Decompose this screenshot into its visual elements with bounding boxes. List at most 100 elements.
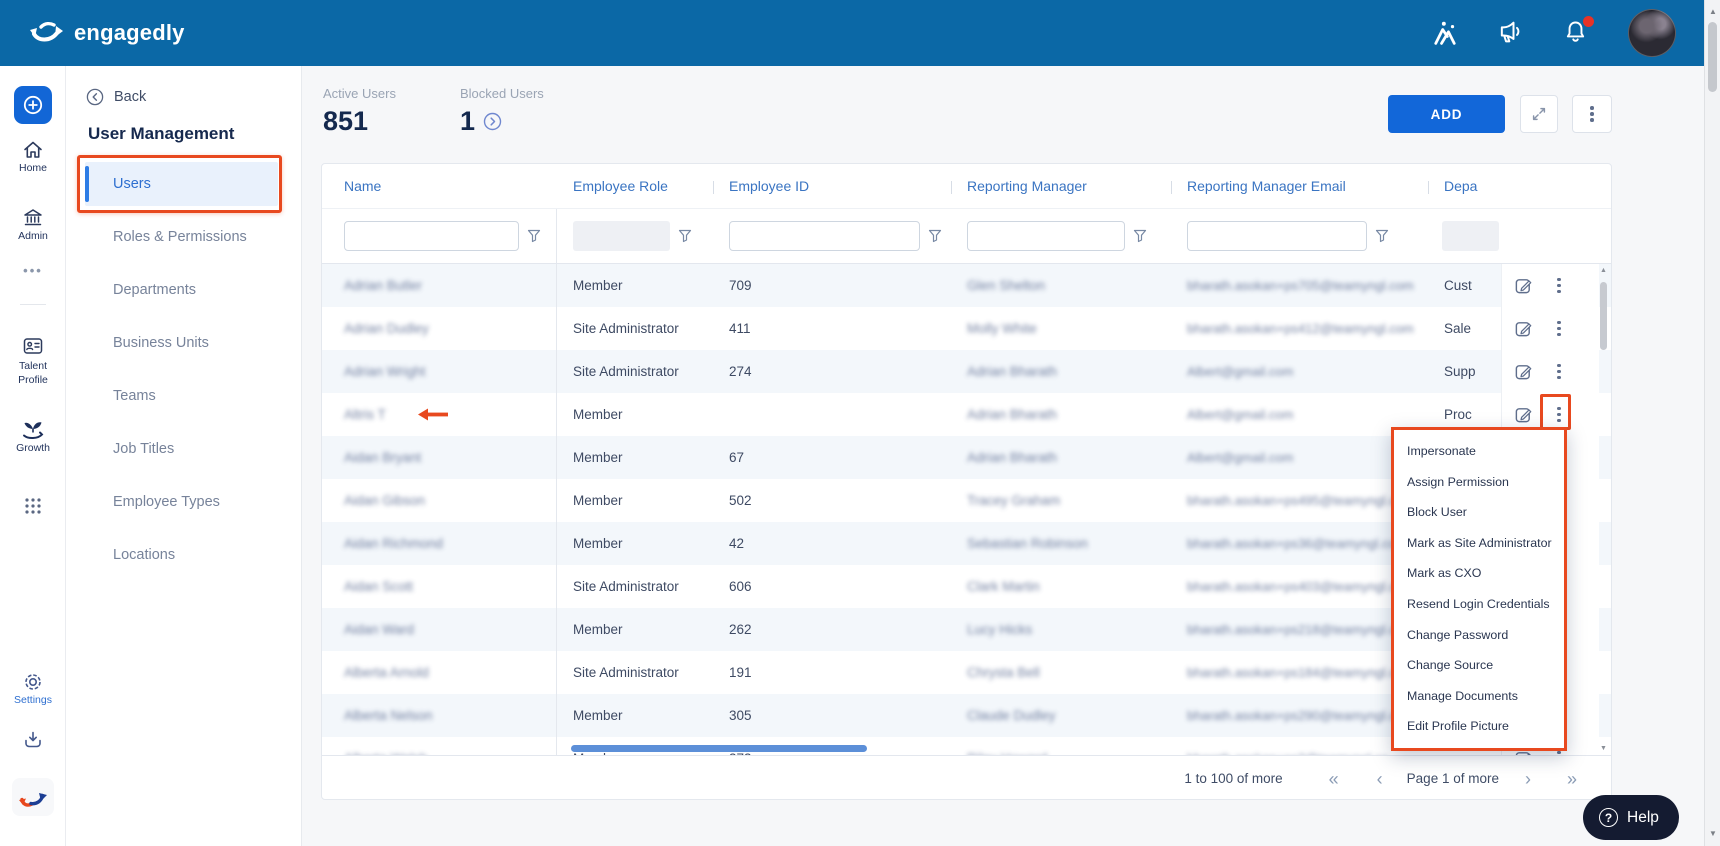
rail-item-apps[interactable] xyxy=(0,496,66,516)
rail-item-admin[interactable]: Admin xyxy=(0,206,66,244)
filter-funnel-icon[interactable] xyxy=(928,229,942,243)
context-menu-item[interactable]: Change Password xyxy=(1394,620,1564,651)
user-name[interactable]: Alberta Nelson xyxy=(344,708,433,723)
row-kebab-icon[interactable] xyxy=(1551,360,1567,384)
filter-funnel-icon[interactable] xyxy=(527,229,541,243)
rail-item-talent-profile[interactable]: Talent Profile xyxy=(0,334,66,387)
expand-button[interactable] xyxy=(1520,95,1558,133)
edit-icon[interactable] xyxy=(1514,319,1533,338)
topbar-icons xyxy=(1430,9,1676,57)
rail-item-home[interactable]: Home xyxy=(0,138,66,176)
column-header[interactable]: Depa xyxy=(1428,178,1501,194)
employee-role: Site Administrator xyxy=(557,307,713,350)
edit-icon[interactable] xyxy=(1514,405,1533,424)
context-menu-item[interactable]: Assign Permission xyxy=(1394,467,1564,498)
filter-funnel-icon[interactable] xyxy=(1133,229,1147,243)
scroll-up-arrow[interactable]: ▲ xyxy=(1705,4,1720,20)
user-name[interactable]: Aidan Bryant xyxy=(344,450,421,465)
table-scroll-up-arrow[interactable]: ▲ xyxy=(1597,267,1610,274)
sidebar-nav-item[interactable]: Users xyxy=(85,162,278,206)
sidebar-nav-item[interactable]: Teams xyxy=(85,374,278,418)
back-button[interactable]: Back xyxy=(86,88,146,106)
table-row[interactable]: Adrian Dudley Site Administrator 411 Mol… xyxy=(322,307,1611,350)
context-menu-item[interactable]: Manage Documents xyxy=(1394,681,1564,712)
sidebar-nav-item[interactable]: Departments xyxy=(85,268,278,312)
help-button[interactable]: ? Help xyxy=(1583,795,1679,840)
email-filter-input[interactable] xyxy=(1187,221,1367,251)
row-kebab-icon[interactable] xyxy=(1551,317,1567,341)
rail-item-engagedly-mark[interactable] xyxy=(0,778,66,821)
page-scrollbar-thumb[interactable] xyxy=(1708,22,1717,92)
notifications-bell-icon[interactable] xyxy=(1562,18,1592,48)
blocked-users-chevron-icon[interactable] xyxy=(483,112,502,131)
rail-item-more[interactable]: ••• xyxy=(0,262,66,280)
context-menu-item[interactable]: Mark as CXO xyxy=(1394,558,1564,589)
column-header[interactable]: Reporting Manager Email xyxy=(1171,178,1428,194)
user-name[interactable]: Altris T xyxy=(344,407,386,422)
filter-funnel-icon[interactable] xyxy=(678,229,692,243)
context-menu-item[interactable]: Block User xyxy=(1394,497,1564,528)
manager-filter-input[interactable] xyxy=(967,221,1125,251)
user-name[interactable]: Alberta Walsh xyxy=(344,751,428,755)
column-header[interactable]: Reporting Manager xyxy=(951,178,1171,194)
table-scroll-down-arrow[interactable]: ▼ xyxy=(1597,745,1610,752)
rail-item-settings[interactable]: Settings xyxy=(0,670,66,708)
context-menu-item[interactable]: Mark as Site Administrator xyxy=(1394,528,1564,559)
row-kebab-icon[interactable] xyxy=(1551,403,1567,427)
sidebar-nav-item[interactable]: Roles & Permissions xyxy=(85,215,278,259)
ai-assistant-icon[interactable] xyxy=(1430,18,1460,48)
sidebar-nav-item[interactable]: Business Units xyxy=(85,321,278,365)
sidebar-nav-item[interactable]: Locations xyxy=(85,533,278,577)
name-filter-input[interactable] xyxy=(344,221,519,251)
user-name[interactable]: Adrian Dudley xyxy=(344,321,429,336)
context-menu-item[interactable]: Edit Profile Picture xyxy=(1394,711,1564,742)
id-filter-input[interactable] xyxy=(729,221,920,251)
engagedly-logo[interactable]: engagedly xyxy=(28,18,185,48)
column-header[interactable]: Employee Role xyxy=(557,178,713,194)
previous-page-button[interactable]: ‹ xyxy=(1377,770,1383,788)
create-plus-button[interactable] xyxy=(14,86,52,124)
table-vertical-scrollbar[interactable]: ▲ ▼ xyxy=(1597,264,1610,755)
sidebar-nav-item[interactable]: Job Titles xyxy=(85,427,278,471)
rail-item-download[interactable] xyxy=(0,728,66,752)
user-name[interactable]: Aidan Richmond xyxy=(344,536,443,551)
user-name[interactable]: Aidan Gibson xyxy=(344,493,425,508)
next-page-button[interactable]: › xyxy=(1525,770,1531,788)
edit-icon[interactable] xyxy=(1514,362,1533,381)
table-horizontal-scrollbar-thumb[interactable] xyxy=(571,745,867,752)
column-header[interactable]: Employee ID xyxy=(713,178,951,194)
scroll-down-arrow[interactable]: ▼ xyxy=(1705,826,1720,842)
sidebar-nav-item[interactable]: Employee Types xyxy=(85,480,278,524)
context-menu-item[interactable]: Impersonate xyxy=(1394,436,1564,467)
filter-funnel-icon[interactable] xyxy=(1375,229,1389,243)
first-page-button[interactable]: « xyxy=(1329,770,1339,788)
announcements-icon[interactable] xyxy=(1496,18,1526,48)
employee-id: 67 xyxy=(713,436,951,479)
edit-icon[interactable] xyxy=(1514,276,1533,295)
table-scrollbar-thumb[interactable] xyxy=(1600,282,1607,350)
add-user-button[interactable]: ADD xyxy=(1388,95,1505,133)
context-menu-item[interactable]: Change Source xyxy=(1394,650,1564,681)
user-name[interactable]: Aidan Ward xyxy=(344,622,414,637)
reporting-manager: Lucy Hicks xyxy=(967,622,1032,637)
plus-circle-icon xyxy=(22,94,44,116)
page-scrollbar[interactable]: ▲ ▼ xyxy=(1704,0,1720,846)
role-filter-disabled xyxy=(573,221,670,251)
table-options-button[interactable] xyxy=(1572,95,1612,133)
user-name[interactable]: Adrian Wright xyxy=(344,364,426,379)
reporting-manager: Adrian Bharath xyxy=(967,450,1057,465)
column-header-label: Employee ID xyxy=(729,178,809,194)
growth-icon xyxy=(0,416,66,442)
user-name[interactable]: Aidan Scott xyxy=(344,579,413,594)
user-avatar[interactable] xyxy=(1628,9,1676,57)
column-header[interactable]: Name xyxy=(322,178,557,194)
user-name[interactable]: Adrian Butler xyxy=(344,278,422,293)
sidebar-title: User Management xyxy=(88,124,234,144)
user-name[interactable]: Alberta Arnold xyxy=(344,665,429,680)
last-page-button[interactable]: » xyxy=(1567,770,1577,788)
table-row[interactable]: Adrian Butler Member 709 Glen Shelton bh… xyxy=(322,264,1611,307)
context-menu-item[interactable]: Resend Login Credentials xyxy=(1394,589,1564,620)
rail-item-growth[interactable]: Growth xyxy=(0,416,66,456)
table-row[interactable]: Adrian Wright Site Administrator 274 Adr… xyxy=(322,350,1611,393)
row-kebab-icon[interactable] xyxy=(1551,274,1567,298)
